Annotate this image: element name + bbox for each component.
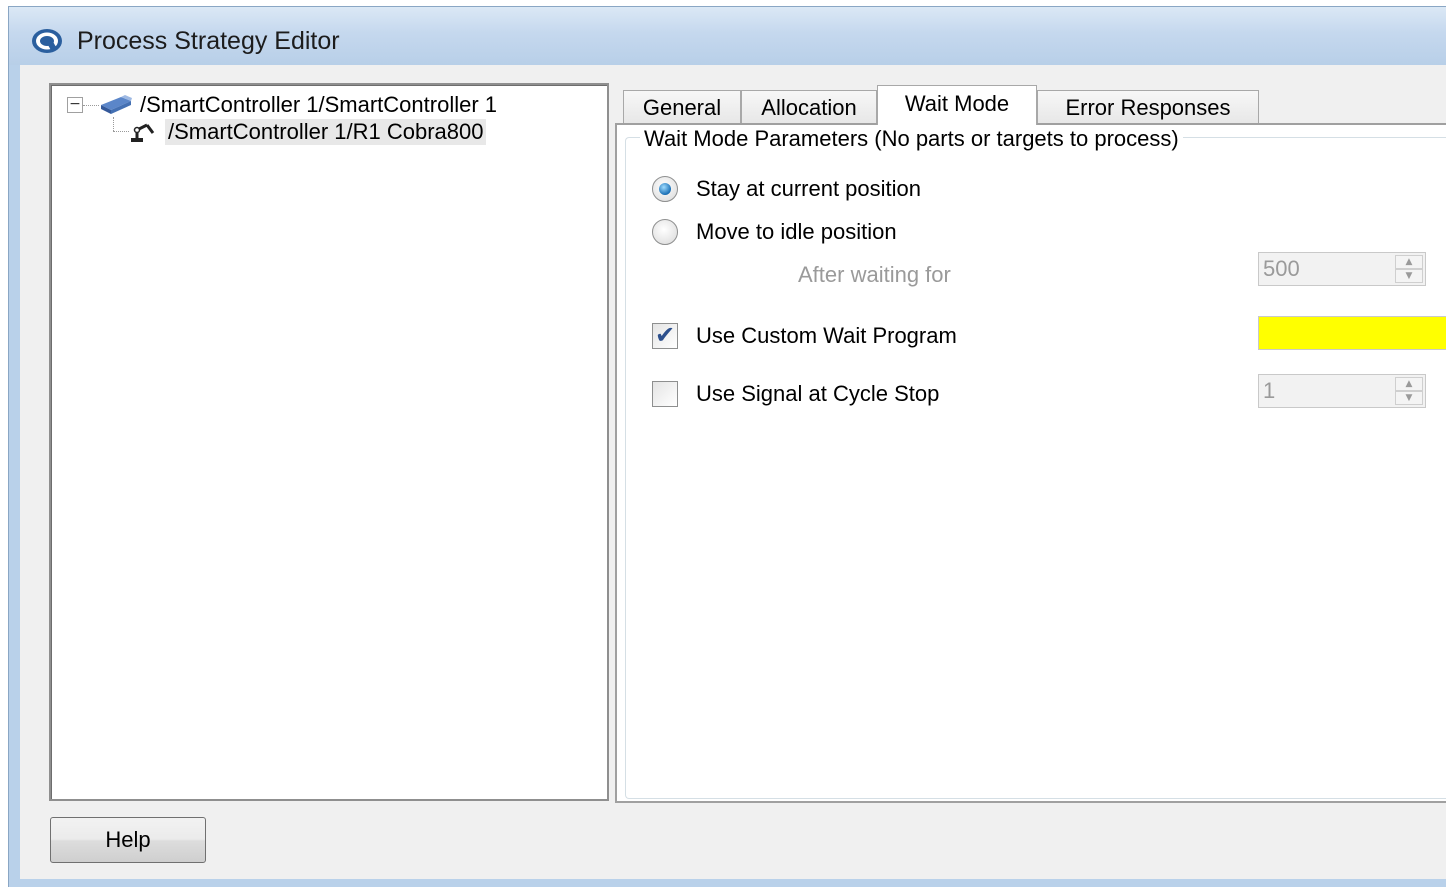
wait-mode-parameters-group: Wait Mode Parameters (No parts or target… [625, 126, 1446, 799]
tree-node-label[interactable]: /SmartController 1/R1 Cobra800 [165, 119, 487, 145]
use-signal-at-cycle-stop-checkbox[interactable] [652, 381, 678, 407]
signal-spinner[interactable]: 1 ▲ ▼ [1258, 374, 1426, 408]
custom-wait-program-field[interactable] [1258, 316, 1446, 350]
controller-tree[interactable]: − /SmartController 1/SmartController 1 /… [49, 83, 609, 801]
use-signal-at-cycle-stop-label[interactable]: Use Signal at Cycle Stop [696, 381, 939, 407]
stay-at-current-position-label[interactable]: Stay at current position [696, 176, 921, 202]
tab-error-responses[interactable]: Error Responses [1037, 90, 1259, 124]
group-title: Wait Mode Parameters (No parts or target… [640, 126, 1183, 152]
spinner-down-icon[interactable]: ▼ [1395, 269, 1423, 283]
tree-collapse-toggle[interactable]: − [67, 97, 83, 113]
use-custom-wait-program-checkbox[interactable]: ✔ [652, 321, 678, 349]
checkmark-icon: ✔ [655, 321, 676, 349]
robot-icon [131, 123, 155, 142]
spinner-buttons: ▲ ▼ [1395, 377, 1423, 405]
move-to-idle-position-label[interactable]: Move to idle position [696, 219, 897, 245]
spinner-up-icon[interactable]: ▲ [1395, 255, 1423, 269]
tab-wait-mode[interactable]: Wait Mode [877, 85, 1037, 125]
tree-connector [113, 131, 129, 132]
wait-mode-tab-page: Wait Mode Parameters (No parts or target… [615, 123, 1446, 803]
spinner-up-icon[interactable]: ▲ [1395, 377, 1423, 391]
app-icon [32, 29, 62, 53]
tab-control: General Allocation Wait Mode Error Respo… [615, 83, 1446, 803]
spinner-buttons: ▲ ▼ [1395, 255, 1423, 283]
after-waiting-for-label: After waiting for [798, 262, 951, 287]
process-strategy-editor-window: Process Strategy Editor − /SmartControll… [8, 6, 1446, 887]
stay-at-current-position-radio[interactable] [652, 176, 678, 202]
editor-client-area: − /SmartController 1/SmartController 1 /… [20, 65, 1446, 879]
move-to-idle-position-radio[interactable] [652, 219, 678, 245]
tree-node-label[interactable]: /SmartController 1/SmartController 1 [137, 92, 500, 118]
radio-selected-dot [659, 183, 671, 195]
tab-general[interactable]: General [623, 90, 741, 124]
spinner-value[interactable]: 500 [1263, 256, 1300, 282]
controller-icon [101, 95, 132, 114]
tab-allocation[interactable]: Allocation [741, 90, 877, 124]
use-custom-wait-program-label[interactable]: Use Custom Wait Program [696, 323, 957, 349]
spinner-down-icon[interactable]: ▼ [1395, 391, 1423, 405]
tree-connector [113, 117, 114, 131]
after-waiting-spinner[interactable]: 500 ▲ ▼ [1258, 252, 1426, 286]
tree-connector [83, 105, 99, 106]
help-button[interactable]: Help [50, 817, 206, 863]
window-title: Process Strategy Editor [77, 27, 340, 55]
spinner-value[interactable]: 1 [1263, 378, 1275, 404]
title-bar[interactable]: Process Strategy Editor [9, 7, 1446, 65]
